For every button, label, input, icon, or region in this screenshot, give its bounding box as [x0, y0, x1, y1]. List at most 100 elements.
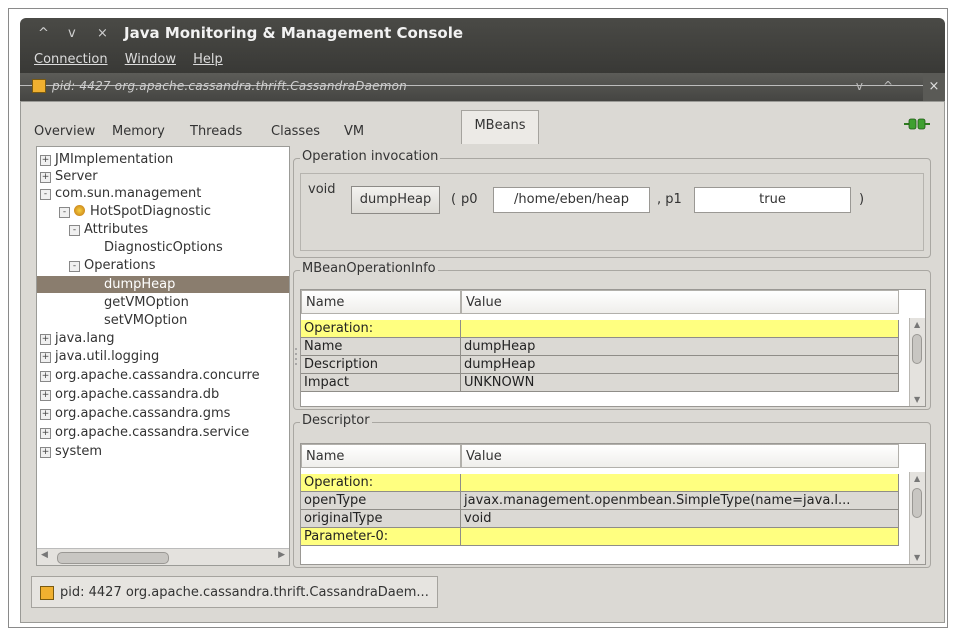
tab-vm-summary[interactable]: VM Summary [339, 120, 412, 163]
menu-connection[interactable]: Connection [34, 52, 108, 67]
p1-input[interactable]: true [694, 187, 851, 213]
tree-node[interactable]: - HotSpotDiagnostic [59, 203, 211, 220]
expand-icon[interactable]: + [40, 371, 51, 382]
tree-node[interactable]: + org.apache.cassandra.concurre [40, 367, 260, 384]
cell-value [461, 528, 899, 546]
frame-close-icon[interactable]: × [923, 73, 945, 101]
expand-icon[interactable]: + [40, 334, 51, 345]
tree-node-label: org.apache.cassandra.service [55, 425, 250, 440]
tree-node-label: JMImplementation [55, 152, 174, 167]
tree-node-label: java.lang [55, 331, 115, 346]
tab-overview[interactable]: Overview [29, 120, 100, 144]
tree-node[interactable]: + org.apache.cassandra.service [40, 424, 249, 441]
p0-input[interactable]: /home/eben/heap [493, 187, 650, 213]
close-window-icon[interactable]: × [97, 26, 108, 41]
return-type-label: void [308, 182, 336, 197]
cell-value: dumpHeap [461, 356, 899, 374]
scroll-left-icon[interactable]: ◀ [41, 550, 48, 560]
expand-icon[interactable]: + [40, 409, 51, 420]
close-paren-label: ) [859, 192, 865, 207]
expand-icon[interactable]: + [40, 447, 51, 458]
p1-label: , p1 [657, 192, 682, 207]
tree-node[interactable]: + java.util.logging [40, 348, 159, 365]
column-header-value[interactable]: Value [461, 444, 899, 468]
tree-node[interactable]: - Attributes [69, 221, 148, 238]
expand-icon[interactable]: + [40, 352, 51, 363]
cell-value: javax.management.openmbean.SimpleType(na… [461, 492, 899, 510]
scroll-right-icon[interactable]: ▶ [278, 550, 285, 560]
tree-node[interactable]: setVMOption [104, 312, 187, 329]
cell-value [461, 474, 899, 492]
tree-node[interactable]: DiagnosticOptions [104, 239, 223, 256]
tree-node[interactable]: - Operations [69, 257, 155, 274]
scroll-thumb[interactable] [57, 552, 169, 564]
table-vertical-scrollbar[interactable]: ▲ ▼ [909, 318, 925, 406]
tree-node[interactable]: + org.apache.cassandra.db [40, 386, 219, 403]
collapse-icon[interactable]: - [69, 261, 80, 272]
minimize-icon[interactable]: v [68, 26, 76, 41]
scroll-down-icon[interactable]: ▼ [914, 553, 920, 562]
tree-node-label: setVMOption [104, 313, 188, 328]
tree-node[interactable]: + system [40, 443, 102, 460]
scroll-up-icon[interactable]: ▲ [914, 474, 920, 483]
collapse-icon[interactable]: - [59, 207, 70, 218]
tree-node-label: java.util.logging [55, 349, 160, 364]
tree-node-label: Server [55, 169, 98, 184]
connection-status-button[interactable]: pid: 4427 org.apache.cassandra.thrift.Ca… [31, 576, 438, 608]
tree-node-label: org.apache.cassandra.db [55, 387, 220, 402]
frame-iconify-icon[interactable]: v [856, 79, 863, 93]
group-title: Descriptor [300, 413, 372, 428]
tree-node-label: system [55, 444, 102, 459]
collapse-icon[interactable]: - [69, 225, 80, 236]
expand-icon[interactable]: + [40, 172, 51, 183]
tree-horizontal-scrollbar[interactable]: ◀ ▶ [37, 548, 289, 565]
cell-name: originalType [301, 510, 461, 528]
tree-node[interactable]: + Server [40, 168, 98, 185]
collapse-icon[interactable]: - [40, 189, 51, 200]
tree-node[interactable]: + java.lang [40, 330, 114, 347]
expand-icon[interactable]: + [40, 155, 51, 166]
table-header: Name Value [301, 444, 925, 470]
scroll-down-icon[interactable]: ▼ [914, 395, 920, 404]
scroll-up-icon[interactable]: ▲ [914, 320, 920, 329]
expand-icon[interactable]: + [40, 390, 51, 401]
cell-name: Operation: [301, 320, 461, 338]
tree-node[interactable]: + org.apache.cassandra.gms [40, 405, 230, 422]
menu-help[interactable]: Help [193, 52, 223, 67]
operation-info-table[interactable]: Name Value Operation: Name dumpHeap Desc… [300, 289, 926, 407]
main-titlebar[interactable]: ^ v × Java Monitoring & Management Conso… [20, 18, 945, 73]
tab-mbeans[interactable]: MBeans [461, 110, 539, 144]
shade-up-icon[interactable]: ^ [38, 26, 49, 41]
menubar: Connection Window Help [34, 52, 236, 67]
tree-node[interactable]: - com.sun.management [40, 185, 201, 202]
tree-node[interactable]: getVMOption [104, 294, 189, 311]
tree-node[interactable]: + JMImplementation [40, 151, 173, 168]
tab-classes[interactable]: Classes [266, 120, 325, 144]
status-label: pid: 4427 org.apache.cassandra.thrift.Ca… [60, 585, 429, 600]
scroll-thumb[interactable] [912, 334, 922, 364]
tab-threads[interactable]: Threads [185, 120, 247, 144]
descriptor-table[interactable]: Name Value Operation: openType javax.man… [300, 443, 926, 565]
column-header-name[interactable]: Name [301, 290, 461, 314]
table-header: Name Value [301, 290, 925, 316]
menu-window[interactable]: Window [125, 52, 176, 67]
frame-maximize-icon[interactable]: ^ [883, 79, 893, 93]
descriptor-group: Descriptor Name Value Operation: openTyp… [293, 413, 931, 568]
tree-node-label: getVMOption [104, 295, 189, 310]
cell-value: UNKNOWN [461, 374, 899, 392]
tab-memory[interactable]: Memory [107, 120, 170, 144]
mbean-tree[interactable]: + JMImplementation + Server - com.sun.manag… [36, 146, 290, 566]
cell-name: Operation: [301, 474, 461, 492]
group-title: MBeanOperationInfo [300, 261, 438, 276]
internal-frame-titlebar[interactable]: pid: 4427 org.apache.cassandra.thrift.Ca… [20, 73, 945, 101]
scroll-thumb[interactable] [912, 488, 922, 518]
column-header-value[interactable]: Value [461, 290, 899, 314]
table-vertical-scrollbar[interactable]: ▲ ▼ [909, 472, 925, 564]
expand-icon[interactable]: + [40, 428, 51, 439]
cell-value: dumpHeap [461, 338, 899, 356]
column-header-name[interactable]: Name [301, 444, 461, 468]
tree-node-label: com.sun.management [55, 186, 202, 201]
status-bar: pid: 4427 org.apache.cassandra.thrift.Ca… [31, 574, 937, 612]
invoke-dumpheap-button[interactable]: dumpHeap [351, 186, 440, 214]
tree-node-selected[interactable]: dumpHeap [37, 276, 289, 293]
